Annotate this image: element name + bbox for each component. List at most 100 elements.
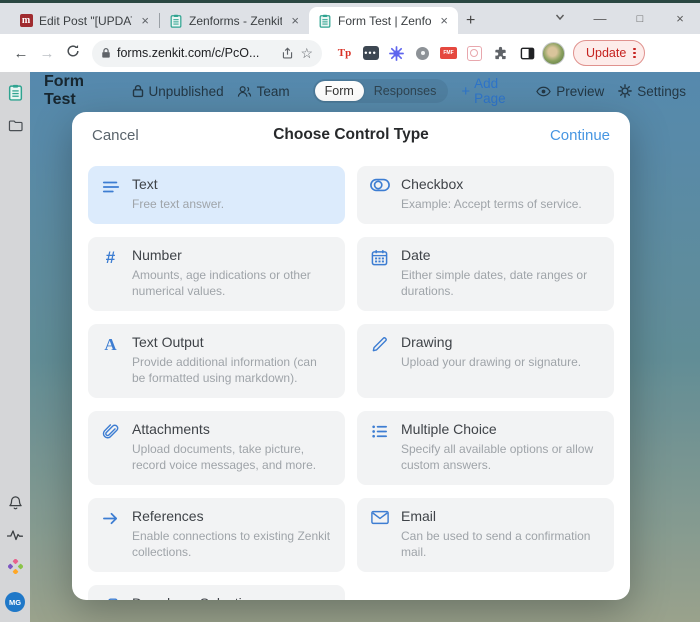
update-label: Update (586, 46, 627, 60)
control-type-grid: Text Free text answer. Checkbox Example: Ac… (72, 158, 630, 600)
add-page-button[interactable]: + Add Page (461, 76, 522, 106)
card-title: Attachments (132, 420, 210, 437)
pink-square-icon[interactable] (466, 45, 483, 62)
lock-icon (132, 85, 143, 98)
tab-close-icon[interactable]: × (288, 13, 302, 28)
card-title: Dropdown Selection (132, 595, 333, 600)
tab-close-icon[interactable]: × (138, 13, 152, 28)
control-type-card[interactable]: Dropdown SelectionA dropdown selection f… (88, 584, 345, 600)
card-description: Upload documents, take picture, record v… (132, 441, 317, 473)
user-avatar[interactable]: MG (5, 592, 25, 612)
bookmark-star-icon[interactable]: ☆ (300, 45, 313, 62)
zenkit-suite-icon[interactable] (7, 559, 23, 574)
card-text: Text Output Provide additional informatio… (132, 334, 333, 387)
card-text: Text Free text answer. (132, 176, 333, 213)
chrome-menu-icon[interactable] (633, 47, 636, 59)
continue-button[interactable]: Continue (520, 127, 610, 144)
share-icon[interactable] (281, 46, 294, 60)
pencil-icon (369, 334, 390, 387)
card-title: Date (401, 246, 431, 263)
card-title: References (132, 507, 204, 524)
address-bar[interactable]: forms.zenkit.com/c/PcO... ☆ (92, 39, 322, 67)
grey-circle-icon[interactable] (414, 45, 431, 62)
card-description: Specify all available options or allow c… (401, 441, 594, 473)
minimize-button[interactable]: — (580, 11, 620, 26)
team-button[interactable]: Team (237, 84, 290, 99)
dark-dots-icon[interactable]: ••• (362, 45, 379, 62)
view-tab-responses[interactable]: Responses (364, 81, 447, 101)
control-type-card[interactable]: Attachments Upload documents, take pictur… (88, 410, 345, 485)
text-lines-icon (100, 176, 121, 213)
card-title: Text Output (132, 333, 204, 350)
control-type-card[interactable]: Date Either simple dates, date ranges or … (357, 236, 614, 311)
modal-header: Cancel Choose Control Type Continue (72, 112, 630, 158)
card-description: Can be used to send a confirmation mail. (401, 528, 591, 560)
settings-label: Settings (637, 83, 686, 99)
tab-title: Zenforms - Zenkit (189, 13, 283, 28)
card-text: Attachments Upload documents, take pictur… (132, 421, 333, 474)
team-label: Team (256, 83, 290, 99)
card-description: Upload your drawing or signature. (401, 354, 582, 369)
view-tab-form[interactable]: Form (314, 81, 364, 101)
lock-icon (101, 47, 111, 59)
card-description: Amounts, age indications or other numeri… (132, 267, 311, 299)
control-type-card[interactable]: References Enable connections to existing… (88, 497, 345, 572)
letter-a-icon: A (104, 334, 117, 354)
arrow-right-icon (100, 508, 121, 561)
window-controls: — □ × (540, 3, 700, 33)
cancel-button[interactable]: Cancel (92, 127, 182, 144)
folder-icon[interactable] (8, 119, 23, 132)
eye-icon (536, 86, 551, 96)
burst-icon[interactable] (388, 45, 405, 62)
control-type-card[interactable]: Email Can be used to send a confirmation … (357, 497, 614, 572)
card-title: Email (401, 507, 437, 524)
paperclip-icon (100, 421, 121, 474)
card-title: Number (132, 246, 182, 263)
forward-button[interactable]: → (34, 45, 60, 62)
update-button[interactable]: Update (573, 40, 645, 66)
preview-label: Preview (556, 83, 605, 99)
tab-search-button[interactable] (540, 11, 580, 26)
textblaze-icon[interactable]: Tp (336, 45, 353, 62)
maximize-button[interactable]: □ (620, 11, 660, 25)
url-text[interactable]: forms.zenkit.com/c/PcO... (117, 46, 275, 60)
puzzle-icon[interactable] (492, 45, 509, 62)
browser-tab[interactable]: Zenforms - Zenkit × (160, 7, 309, 34)
control-type-card[interactable]: A Text Output Provide additional informati… (88, 323, 345, 398)
publish-status[interactable]: Unpublished (132, 84, 224, 99)
reload-button[interactable] (60, 44, 86, 62)
new-tab-button[interactable]: + (466, 12, 475, 30)
activity-icon[interactable] (7, 529, 23, 541)
card-title: Checkbox (401, 176, 464, 192)
control-type-card[interactable]: Drawing Upload your drawing or signature. (357, 323, 614, 398)
control-type-card[interactable]: Checkbox Example: Accept terms of service… (357, 166, 614, 224)
back-button[interactable]: ← (8, 45, 34, 62)
publish-status-label: Unpublished (148, 83, 224, 99)
profile-avatar[interactable] (542, 41, 565, 65)
control-type-card[interactable]: Multiple Choice Specify all available opt… (357, 410, 614, 485)
card-description: Provide additional information (can be f… (132, 354, 317, 386)
card-title: Drawing (401, 333, 453, 350)
card-text: Drawing Upload your drawing or signature. (401, 334, 602, 387)
card-text: Email Can be used to send a confirmation … (401, 508, 602, 561)
tab-close-icon[interactable]: × (437, 13, 451, 28)
card-description: Free text answer. (132, 197, 225, 211)
panel-toggle-icon[interactable] (519, 45, 536, 62)
tab-title: Form Test | Zenfo (338, 13, 432, 28)
settings-button[interactable]: Settings (618, 84, 686, 99)
close-button[interactable]: × (660, 11, 700, 26)
card-text: Checkbox Example: Accept terms of service… (401, 176, 602, 213)
maketecheasier-favicon: m (19, 14, 33, 28)
preview-button[interactable]: Preview (536, 84, 604, 99)
tab-strip: m Edit Post "[UPDAT × Zenforms - Zenkit × For… (0, 3, 700, 34)
fmf-icon[interactable]: FMF (440, 45, 457, 62)
card-description: Enable connections to existing Zenkit co… (132, 528, 331, 560)
browser-tab[interactable]: m Edit Post "[UPDAT × (10, 7, 159, 34)
bell-icon[interactable] (8, 495, 23, 511)
zenforms-favicon (318, 14, 332, 28)
control-type-card[interactable]: Text Free text answer. (88, 166, 345, 224)
zenforms-logo-icon[interactable] (7, 84, 24, 101)
control-type-card[interactable]: # Number Amounts, age indications or other… (88, 236, 345, 311)
browser-tab[interactable]: Form Test | Zenfo × (309, 7, 458, 34)
tab-title: Edit Post "[UPDAT (39, 13, 133, 28)
